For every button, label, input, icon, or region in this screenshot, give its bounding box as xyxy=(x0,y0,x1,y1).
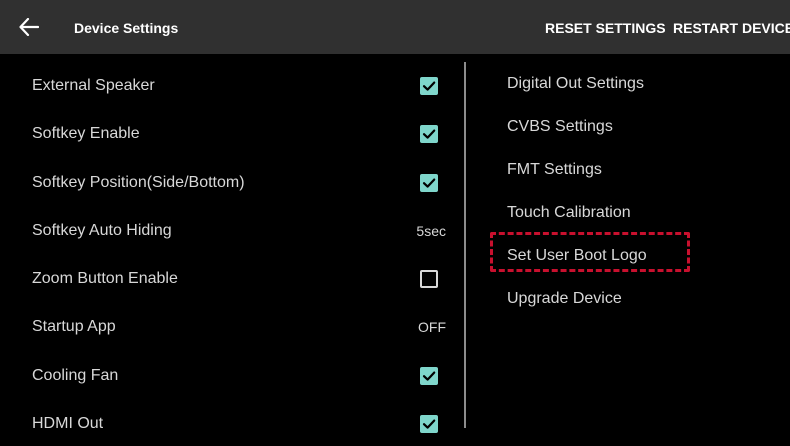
checkmark-icon xyxy=(422,129,436,139)
checkmark-icon xyxy=(422,81,436,91)
softkey-position-checkbox[interactable] xyxy=(420,173,438,192)
menu-item-label: FMT Settings xyxy=(507,161,602,178)
back-button[interactable] xyxy=(14,12,44,42)
settings-list: External Speaker Softkey Enable Softkey … xyxy=(0,62,460,446)
menu-item-touch-calibration[interactable]: Touch Calibration xyxy=(475,191,775,234)
menu-item-label: Upgrade Device xyxy=(507,290,622,307)
setting-softkey-auto-hiding[interactable]: Softkey Auto Hiding 5sec xyxy=(0,207,460,255)
zoom-button-enable-checkbox[interactable] xyxy=(420,270,438,289)
menu-item-label: Touch Calibration xyxy=(507,204,631,221)
setting-label: HDMI Out xyxy=(32,415,104,433)
setting-label: External Speaker xyxy=(32,77,155,94)
setting-label: Startup App xyxy=(32,318,116,336)
checkmark-icon xyxy=(422,419,436,429)
menu-item-fmt-settings[interactable]: FMT Settings xyxy=(475,148,775,191)
device-settings-screen: Device Settings RESET SETTINGS RESTART D… xyxy=(0,0,790,446)
setting-hdmi-out[interactable]: HDMI Out xyxy=(0,400,460,446)
external-speaker-checkbox[interactable] xyxy=(420,77,438,95)
setting-zoom-button-enable[interactable]: Zoom Button Enable xyxy=(0,255,460,303)
menu-item-label: CVBS Settings xyxy=(507,118,613,135)
setting-external-speaker[interactable]: External Speaker xyxy=(0,62,460,110)
menu-item-label: Digital Out Settings xyxy=(507,75,644,92)
arrow-left-icon xyxy=(19,18,39,36)
reset-settings-button[interactable]: RESET SETTINGS xyxy=(545,0,666,54)
startup-app-value: OFF xyxy=(418,319,446,336)
checkmark-icon xyxy=(422,371,436,381)
setting-cooling-fan[interactable]: Cooling Fan xyxy=(0,352,460,400)
page-title: Device Settings xyxy=(74,20,179,36)
settings-menu: Digital Out Settings CVBS Settings FMT S… xyxy=(475,62,775,320)
setting-label: Softkey Auto Hiding xyxy=(32,221,172,239)
menu-item-digital-out-settings[interactable]: Digital Out Settings xyxy=(475,62,775,105)
menu-item-label: Set User Boot Logo xyxy=(507,247,647,264)
menu-item-cvbs-settings[interactable]: CVBS Settings xyxy=(475,105,775,148)
restart-device-button[interactable]: RESTART DEVICE xyxy=(673,0,790,54)
menu-item-upgrade-device[interactable]: Upgrade Device xyxy=(475,277,775,320)
setting-label: Softkey Position(Side/Bottom) xyxy=(32,173,245,191)
menu-item-set-user-boot-logo[interactable]: Set User Boot Logo xyxy=(475,234,775,277)
softkey-auto-hiding-value: 5sec xyxy=(416,222,446,239)
setting-startup-app[interactable]: Startup App OFF xyxy=(0,303,460,351)
setting-label: Softkey Enable xyxy=(32,125,140,143)
checkmark-icon xyxy=(422,178,436,188)
cooling-fan-checkbox[interactable] xyxy=(420,366,438,385)
setting-label: Zoom Button Enable xyxy=(32,270,178,288)
column-divider xyxy=(464,62,466,428)
setting-label: Cooling Fan xyxy=(32,366,119,384)
setting-softkey-position[interactable]: Softkey Position(Side/Bottom) xyxy=(0,159,460,207)
hdmi-out-checkbox[interactable] xyxy=(420,415,438,434)
softkey-enable-checkbox[interactable] xyxy=(420,125,438,144)
app-bar: Device Settings RESET SETTINGS RESTART D… xyxy=(0,0,790,54)
setting-softkey-enable[interactable]: Softkey Enable xyxy=(0,110,460,158)
